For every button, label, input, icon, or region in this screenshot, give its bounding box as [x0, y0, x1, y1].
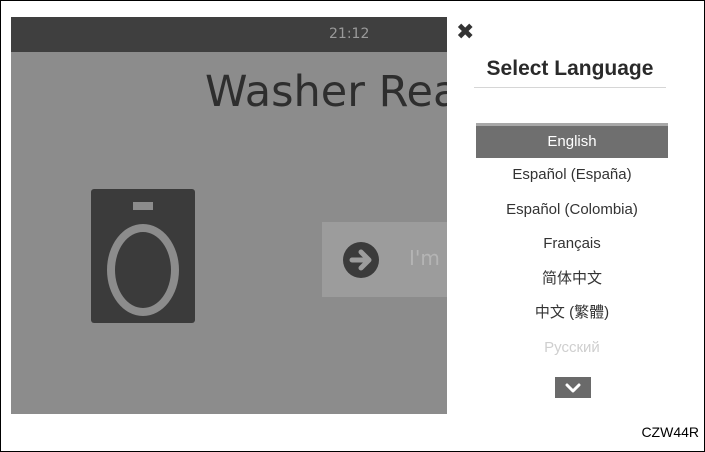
language-item-russian[interactable]: Русский — [476, 331, 668, 366]
language-item-traditional-chinese[interactable]: 中文 (繁體) — [476, 296, 668, 331]
arrow-right-icon — [343, 242, 379, 278]
language-list: English Español (España) Español (Colomb… — [476, 123, 668, 365]
ready-button[interactable]: I'm — [322, 222, 447, 297]
scroll-down-button[interactable] — [555, 377, 591, 398]
figure-caption: CZW44R — [641, 424, 699, 440]
close-icon[interactable]: ✖ — [456, 22, 474, 44]
washer-panel-tab — [133, 202, 153, 210]
washer-screen: 21:12 Washer Rea I'm — [11, 17, 447, 414]
language-item-francais[interactable]: Français — [476, 227, 668, 262]
language-item-english[interactable]: English — [476, 123, 668, 158]
title-divider — [474, 87, 666, 88]
status-bar: 21:12 — [11, 17, 447, 52]
language-item-espanol-colombia[interactable]: Español (Colombia) — [476, 193, 668, 228]
ready-button-label: I'm — [409, 246, 440, 270]
language-item-simplified-chinese[interactable]: 简体中文 — [476, 262, 668, 297]
chevron-down-icon — [565, 383, 581, 392]
page-title: Washer Rea — [205, 67, 447, 117]
status-time: 21:12 — [329, 26, 370, 42]
panel-title: Select Language — [486, 57, 654, 80]
washer-door — [107, 224, 179, 316]
washer-icon — [91, 189, 195, 323]
language-item-espanol-espana[interactable]: Español (España) — [476, 158, 668, 193]
